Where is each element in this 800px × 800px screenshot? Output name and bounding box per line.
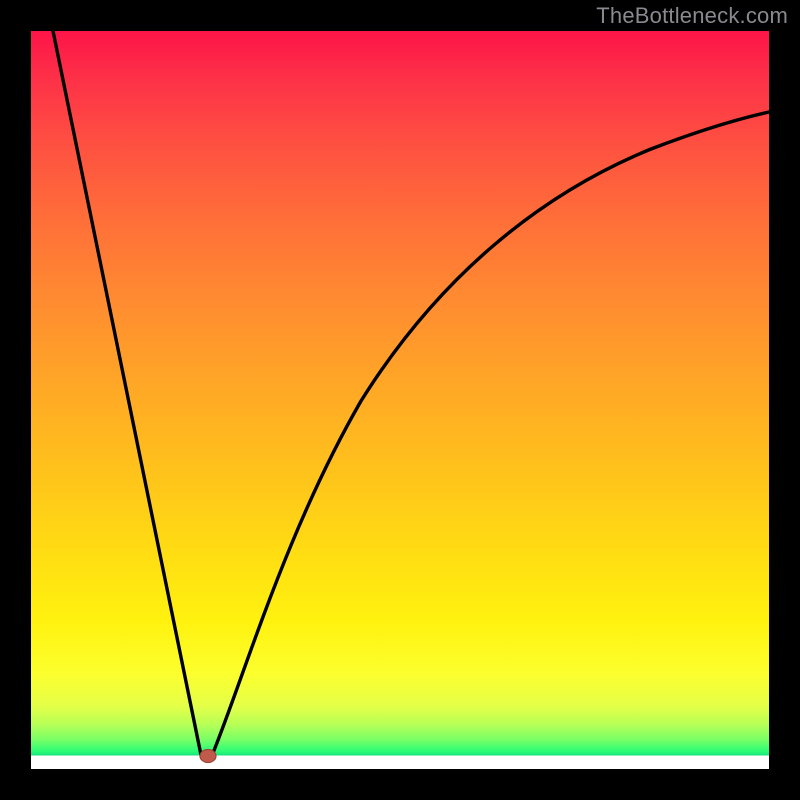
watermark-text: TheBottleneck.com bbox=[596, 3, 788, 29]
chart-stage: TheBottleneck.com bbox=[0, 0, 800, 800]
chart-overlay bbox=[31, 31, 769, 769]
bottleneck-curve bbox=[53, 31, 769, 757]
frame-bar-bottom bbox=[0, 769, 800, 800]
marker-dot bbox=[200, 750, 216, 763]
frame-bar-left bbox=[0, 0, 31, 800]
frame-bar-right bbox=[769, 0, 800, 800]
